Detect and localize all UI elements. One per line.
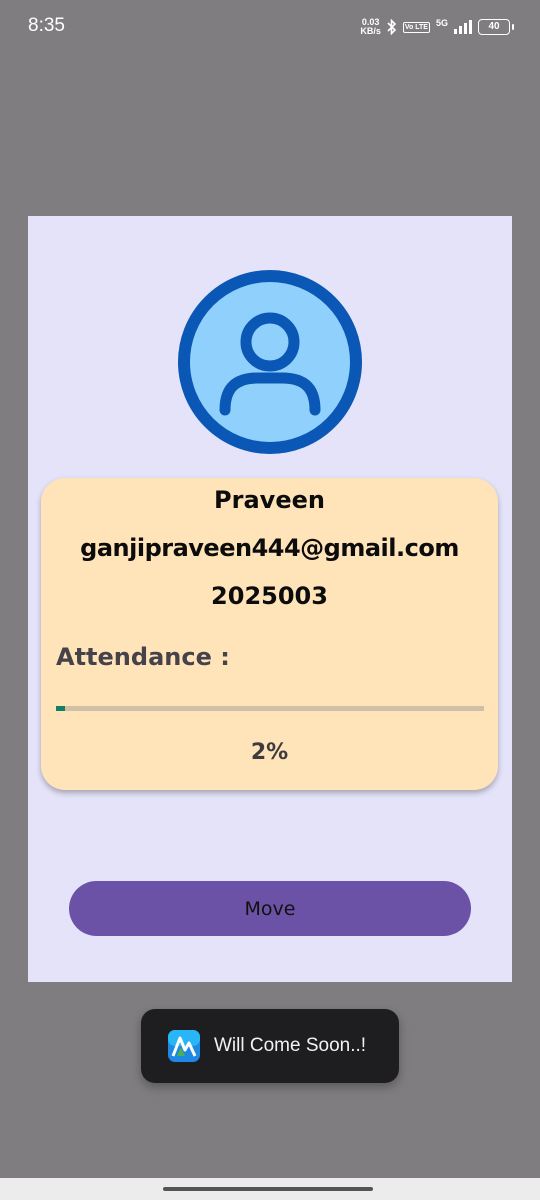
profile-dialog: Praveen ganjipraveen444@gmail.com 202500… (28, 216, 512, 982)
toast-notification: Will Come Soon..! (141, 1009, 399, 1083)
home-gesture-handle[interactable] (163, 1187, 373, 1191)
bluetooth-icon (387, 19, 397, 35)
network-speed-unit: KB/s (360, 26, 381, 36)
battery-level: 40 (488, 21, 500, 32)
network-type: 5G (435, 18, 448, 28)
signal-strength-icon (454, 20, 472, 34)
status-icons: 0.03 KB/s Vo LTE 5G 40 (360, 16, 514, 38)
move-button-label: Move (244, 897, 296, 920)
network-speed: 0.03 KB/s (360, 18, 381, 36)
battery-icon: 40 (478, 19, 514, 35)
attendance-label: Attendance : (56, 643, 230, 671)
attendance-progress-bar (56, 706, 484, 711)
user-circle-icon (178, 270, 362, 454)
student-id: 2025003 (211, 582, 328, 610)
attendance-progress-fill (56, 706, 65, 711)
status-bar: 8:35 0.03 KB/s Vo LTE 5G 40 (0, 0, 540, 54)
status-time: 8:35 (28, 15, 65, 36)
student-email: ganjipraveen444@gmail.com (80, 534, 459, 562)
volte-badge: Vo LTE (402, 21, 430, 33)
navigation-bar (0, 1178, 540, 1200)
move-button[interactable]: Move (69, 881, 471, 936)
app-logo-icon (168, 1030, 200, 1062)
toast-message: Will Come Soon..! (214, 1035, 367, 1056)
attendance-percent: 2% (250, 740, 289, 765)
profile-card: Praveen ganjipraveen444@gmail.com 202500… (41, 478, 498, 790)
student-name: Praveen (214, 486, 325, 514)
